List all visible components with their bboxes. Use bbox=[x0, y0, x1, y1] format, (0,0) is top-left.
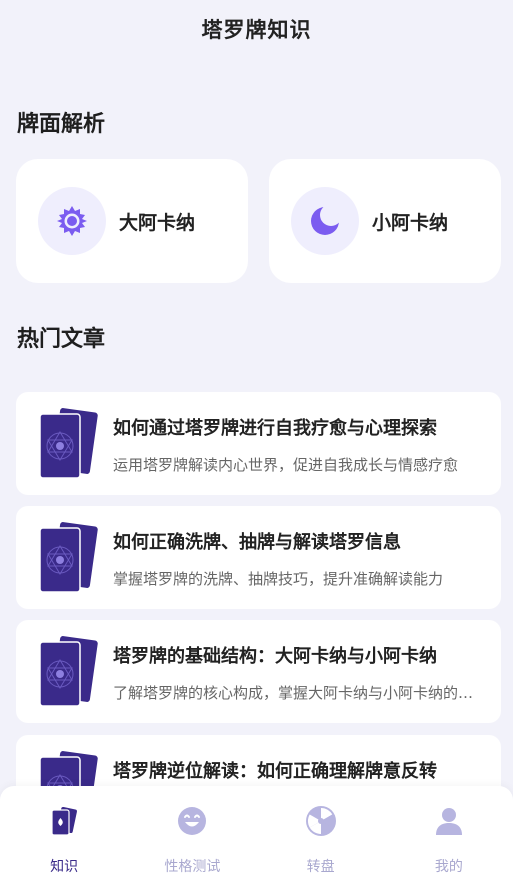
tab-label: 性格测试 bbox=[164, 859, 221, 875]
smiley-icon bbox=[175, 804, 209, 838]
wheel-icon bbox=[304, 804, 338, 838]
tarot-cards-icon bbox=[38, 636, 98, 708]
crescent-moon-icon bbox=[291, 187, 359, 255]
tarot-cards-icon bbox=[38, 522, 98, 594]
sun-gear-icon bbox=[38, 187, 106, 255]
article-description: 运用塔罗牌解读内心世界，促进自我成长与情感疗愈 bbox=[113, 456, 459, 474]
bottom-tab-bar: 知识 性格测试 转盘 我的 bbox=[0, 786, 513, 888]
tab-wheel[interactable]: 转盘 bbox=[257, 786, 385, 888]
article-card[interactable]: 塔罗牌的基础结构：大阿卡纳与小阿卡纳 了解塔罗牌的核心构成，掌握大阿卡纳与小阿卡… bbox=[16, 620, 501, 723]
cards-icon bbox=[47, 804, 81, 838]
tarot-cards-icon bbox=[38, 408, 98, 480]
major-arcana-card[interactable]: 大阿卡纳 bbox=[16, 159, 248, 283]
article-title: 塔罗牌逆位解读：如何正确理解牌意反转 bbox=[113, 761, 437, 782]
minor-arcana-label: 小阿卡纳 bbox=[372, 211, 449, 234]
tab-knowledge[interactable]: 知识 bbox=[0, 786, 128, 888]
article-description: 了解塔罗牌的核心构成，掌握大阿卡纳与小阿卡纳的区别 bbox=[113, 684, 475, 702]
article-title: 如何正确洗牌、抽牌与解读塔罗信息 bbox=[113, 532, 401, 553]
page-title: 塔罗牌知识 bbox=[201, 18, 312, 42]
article-card[interactable]: 如何正确洗牌、抽牌与解读塔罗信息 掌握塔罗牌的洗牌、抽牌技巧，提升准确解读能力 bbox=[16, 506, 501, 609]
articles-section-title: 热门文章 bbox=[17, 327, 106, 352]
analysis-section-title: 牌面解析 bbox=[17, 112, 106, 137]
major-arcana-label: 大阿卡纳 bbox=[119, 211, 196, 234]
tab-label: 知识 bbox=[50, 859, 79, 875]
tab-label: 我的 bbox=[434, 859, 463, 875]
article-title: 塔罗牌的基础结构：大阿卡纳与小阿卡纳 bbox=[113, 646, 437, 667]
app-header: 塔罗牌知识 bbox=[0, 0, 513, 58]
article-title: 如何通过塔罗牌进行自我疗愈与心理探索 bbox=[113, 418, 437, 439]
person-icon bbox=[432, 804, 466, 838]
article-card[interactable]: 如何通过塔罗牌进行自我疗愈与心理探索 运用塔罗牌解读内心世界，促进自我成长与情感… bbox=[16, 392, 501, 495]
minor-arcana-card[interactable]: 小阿卡纳 bbox=[269, 159, 501, 283]
tab-personality-test[interactable]: 性格测试 bbox=[128, 786, 256, 888]
tab-label: 转盘 bbox=[306, 859, 335, 875]
tab-profile[interactable]: 我的 bbox=[385, 786, 513, 888]
article-description: 掌握塔罗牌的洗牌、抽牌技巧，提升准确解读能力 bbox=[113, 570, 444, 588]
